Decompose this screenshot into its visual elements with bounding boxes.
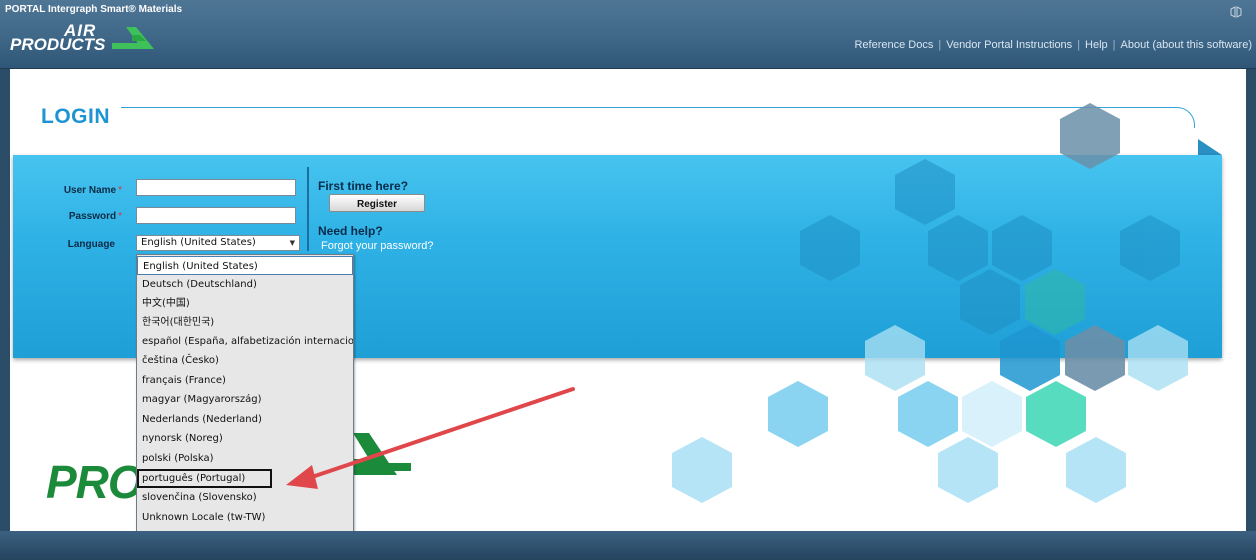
app-name: Intergraph Smart® Materials xyxy=(47,4,183,15)
link-separator: | xyxy=(1112,39,1116,51)
language-select[interactable]: English (United States) ▼ xyxy=(136,235,300,251)
help-link[interactable]: Help xyxy=(1085,39,1108,51)
login-frame-line xyxy=(121,107,1195,128)
language-option[interactable]: slovenčina (Slovensko) xyxy=(137,488,353,507)
language-label: Language xyxy=(15,239,115,250)
portal-title: PORTAL Intergraph Smart® Materials xyxy=(5,4,182,15)
username-label: User Name * xyxy=(22,185,122,196)
link-separator: | xyxy=(1077,39,1081,51)
vertical-divider xyxy=(307,167,309,251)
language-option-portugues[interactable]: português (Portugal) xyxy=(137,469,272,488)
chevron-down-icon: ▼ xyxy=(289,239,295,247)
language-label-text: Language xyxy=(67,239,115,250)
link-separator: | xyxy=(938,39,942,51)
language-option[interactable]: magyar (Magyarország) xyxy=(137,390,353,409)
language-option[interactable]: Nederlands (Nederland) xyxy=(137,410,353,429)
settings-puzzle-icon[interactable] xyxy=(1228,4,1244,20)
language-option[interactable]: nynorsk (Noreg) xyxy=(137,429,353,448)
language-option[interactable]: español (España, alfabetización internac… xyxy=(137,332,353,351)
password-label-text: Password xyxy=(68,211,117,222)
language-dropdown-list[interactable]: English (United States) Deutsch (Deutsch… xyxy=(136,254,354,549)
forgot-password-link[interactable]: Forgot your password? xyxy=(321,240,434,252)
login-title: LOGIN xyxy=(41,105,110,128)
language-selected-value: English (United States) xyxy=(141,237,256,248)
air-products-logo: AIR PRODUCTS xyxy=(10,21,160,63)
required-mark: * xyxy=(118,185,122,196)
main-content: LOGIN PRO User Name * Password * Languag… xyxy=(10,69,1246,549)
language-option[interactable]: čeština (Česko) xyxy=(137,351,353,370)
about-link[interactable]: About (about this software) xyxy=(1121,39,1252,51)
language-option[interactable]: 한국어(대한민국) xyxy=(137,313,353,332)
logo-products-text: PRODUCTS xyxy=(10,35,106,54)
reference-docs-link[interactable]: Reference Docs xyxy=(854,39,933,51)
language-option[interactable]: English (United States) xyxy=(137,256,353,275)
password-label: Password * xyxy=(22,211,122,222)
language-option[interactable]: Deutsch (Deutschland) xyxy=(137,275,353,294)
required-mark: * xyxy=(118,211,122,222)
username-label-text: User Name xyxy=(63,185,117,196)
language-option[interactable]: Unknown Locale (tw-TW) xyxy=(137,508,353,527)
language-option[interactable]: polski (Polska) xyxy=(137,449,353,468)
password-input[interactable] xyxy=(136,207,296,224)
portal-label: PORTAL xyxy=(5,4,46,15)
need-help-heading: Need help? xyxy=(318,224,383,238)
first-time-heading: First time here? xyxy=(318,179,409,193)
header-bar: PORTAL Intergraph Smart® Materials AIR P… xyxy=(0,0,1256,69)
panel-fold xyxy=(1198,139,1222,155)
language-option[interactable]: français (France) xyxy=(137,371,353,390)
logo-mark-icon xyxy=(112,27,154,49)
language-option[interactable]: 中文(中国) xyxy=(137,294,353,313)
username-input[interactable] xyxy=(136,179,296,196)
register-button[interactable]: Register xyxy=(329,194,425,212)
air-products-watermark-logo: PRO xyxy=(46,456,144,508)
vendor-portal-instructions-link[interactable]: Vendor Portal Instructions xyxy=(946,39,1072,51)
top-links: Reference Docs | Vendor Portal Instruction… xyxy=(854,39,1252,51)
footer-bar xyxy=(0,531,1256,560)
